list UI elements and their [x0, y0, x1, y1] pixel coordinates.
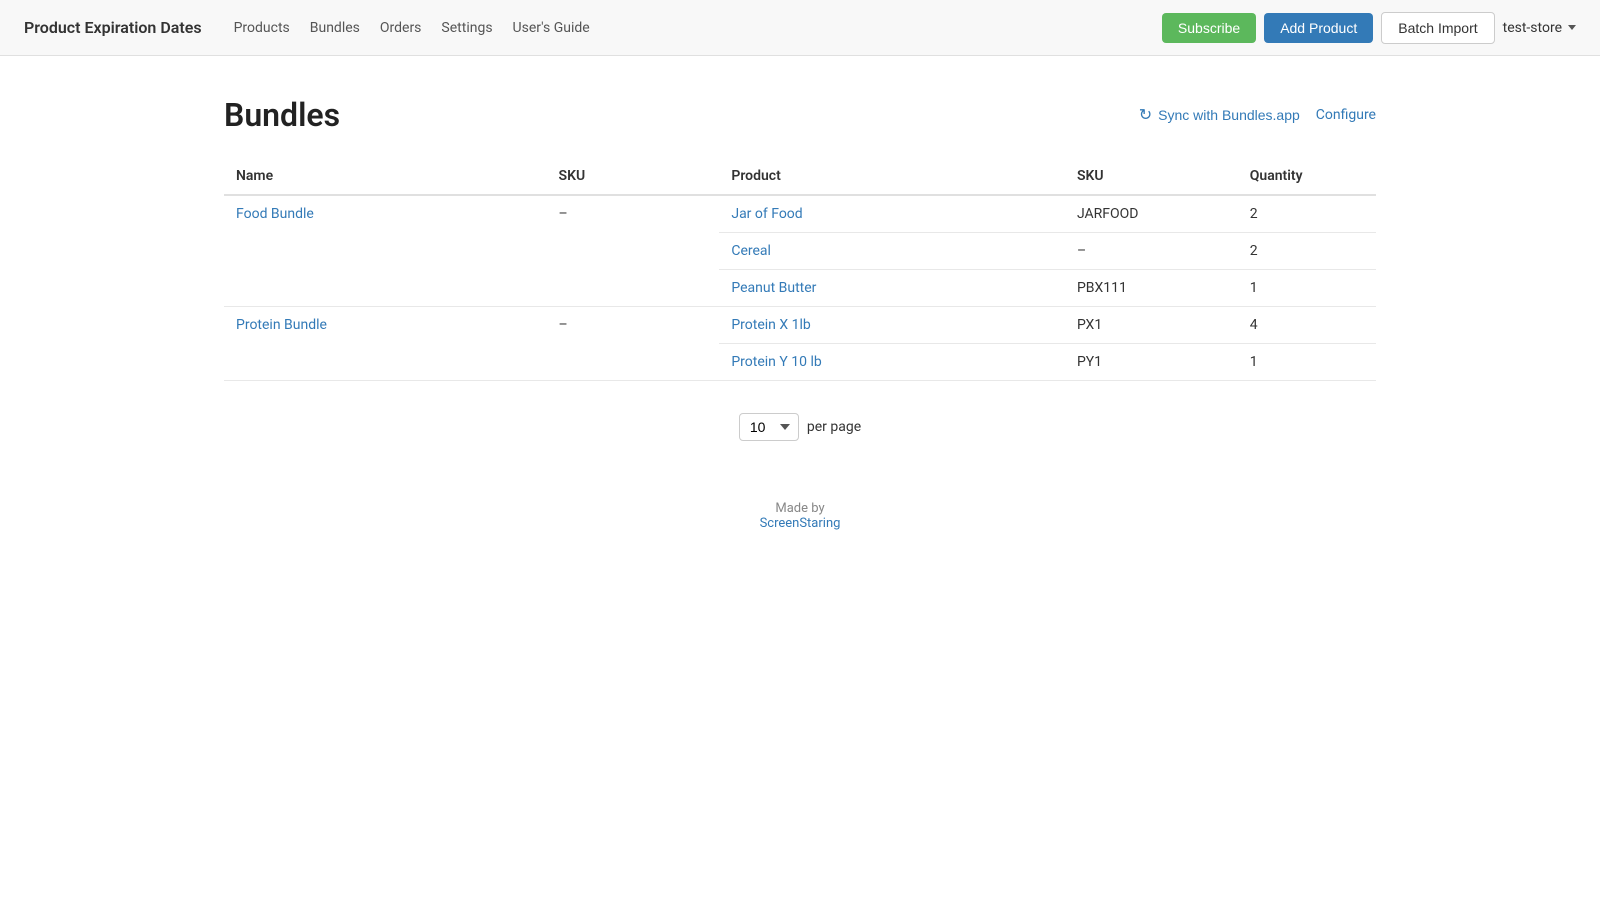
nav-users-guide[interactable]: User's Guide: [513, 20, 590, 36]
page-header: Bundles ↻ Sync with Bundles.app Configur…: [224, 96, 1376, 134]
footer-company-link[interactable]: ScreenStaring: [760, 516, 841, 531]
chevron-down-icon: [1568, 25, 1576, 30]
sync-button[interactable]: ↻ Sync with Bundles.app: [1139, 105, 1300, 125]
product-quantity: 4: [1238, 307, 1376, 344]
product-link[interactable]: Jar of Food: [731, 206, 802, 222]
per-page-select[interactable]: 102550100: [739, 413, 799, 441]
configure-link[interactable]: Configure: [1316, 107, 1376, 123]
per-page-label: per page: [807, 419, 861, 435]
bundle-name-link[interactable]: Food Bundle: [236, 206, 314, 222]
product-sku: –: [1065, 233, 1238, 270]
col-header-product-sku: SKU: [1065, 158, 1238, 195]
col-header-quantity: Quantity: [1238, 158, 1376, 195]
nav-links: Products Bundles Orders Settings User's …: [234, 20, 1138, 36]
product-quantity: 1: [1238, 270, 1376, 307]
product-quantity: 1: [1238, 344, 1376, 381]
batch-import-button[interactable]: Batch Import: [1381, 12, 1494, 44]
nav-products[interactable]: Products: [234, 20, 290, 36]
table-row: Food Bundle–Jar of FoodJARFOOD2: [224, 195, 1376, 233]
product-link[interactable]: Protein X 1lb: [731, 317, 810, 333]
product-sku: JARFOOD: [1065, 195, 1238, 233]
bundle-sku: –: [547, 307, 720, 381]
table-row: Protein Bundle–Protein X 1lbPX14: [224, 307, 1376, 344]
col-header-product: Product: [719, 158, 1065, 195]
page-title: Bundles: [224, 96, 340, 134]
subscribe-button[interactable]: Subscribe: [1162, 13, 1256, 43]
product-link[interactable]: Protein Y 10 lb: [731, 354, 821, 370]
nav-settings[interactable]: Settings: [441, 20, 492, 36]
made-by-text: Made by: [224, 501, 1376, 516]
main-content: Bundles ↻ Sync with Bundles.app Configur…: [200, 56, 1400, 571]
table-header: Name SKU Product SKU Quantity: [224, 158, 1376, 195]
header-actions: ↻ Sync with Bundles.app Configure: [1139, 105, 1376, 125]
product-sku: PX1: [1065, 307, 1238, 344]
product-sku: PY1: [1065, 344, 1238, 381]
nav-bundles[interactable]: Bundles: [310, 20, 360, 36]
table-body: Food Bundle–Jar of FoodJARFOOD2Cereal–2P…: [224, 195, 1376, 381]
store-name: test-store: [1503, 20, 1562, 36]
add-product-button[interactable]: Add Product: [1264, 13, 1373, 43]
product-quantity: 2: [1238, 233, 1376, 270]
col-header-sku: SKU: [547, 158, 720, 195]
bundle-name-link[interactable]: Protein Bundle: [236, 317, 327, 333]
bundles-table: Name SKU Product SKU Quantity Food Bundl…: [224, 158, 1376, 381]
navbar-actions: Subscribe Add Product Batch Import test-…: [1162, 12, 1576, 44]
product-link[interactable]: Cereal: [731, 243, 771, 259]
sync-icon: ↻: [1139, 105, 1152, 125]
store-selector[interactable]: test-store: [1503, 20, 1576, 36]
product-quantity: 2: [1238, 195, 1376, 233]
nav-orders[interactable]: Orders: [380, 20, 422, 36]
navbar-brand: Product Expiration Dates: [24, 18, 202, 37]
bundle-sku: –: [547, 195, 720, 307]
product-sku: PBX111: [1065, 270, 1238, 307]
navbar: Product Expiration Dates Products Bundle…: [0, 0, 1600, 56]
col-header-name: Name: [224, 158, 547, 195]
product-link[interactable]: Peanut Butter: [731, 280, 816, 296]
sync-label: Sync with Bundles.app: [1158, 107, 1300, 123]
pagination-area: 102550100 per page: [224, 413, 1376, 441]
footer: Made by ScreenStaring: [224, 501, 1376, 531]
